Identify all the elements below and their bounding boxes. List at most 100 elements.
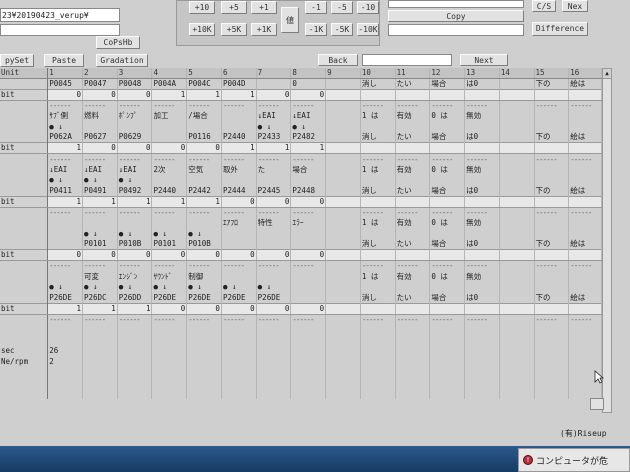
grid-cell[interactable] xyxy=(499,292,535,304)
grid-cell[interactable]: ------ xyxy=(82,260,118,272)
grid-cell[interactable] xyxy=(151,335,188,346)
grid-cell[interactable] xyxy=(47,335,83,346)
grid-cell[interactable] xyxy=(395,195,431,208)
grid-cell[interactable]: ------ xyxy=(395,260,431,272)
grid-cell[interactable] xyxy=(534,271,570,282)
grid-cell[interactable]: ------ xyxy=(82,314,118,325)
grid-cell[interactable] xyxy=(568,89,602,102)
grid-cell[interactable]: ------ xyxy=(290,153,327,165)
grid-cell[interactable]: ------ xyxy=(568,153,602,165)
grid-cell[interactable] xyxy=(360,281,396,293)
grid-cell[interactable]: ------ xyxy=(568,314,602,325)
grid-cell[interactable] xyxy=(47,388,83,399)
grid-cell[interactable]: P0048 xyxy=(117,78,153,90)
grid-cell[interactable] xyxy=(325,345,361,357)
grid-cell[interactable] xyxy=(151,377,188,389)
grid-cell[interactable]: 0 は xyxy=(429,271,466,282)
grid-cell[interactable]: 0 xyxy=(290,195,327,208)
grid-cell[interactable]: ------ xyxy=(151,100,188,112)
grid-cell[interactable]: ------ xyxy=(360,153,396,165)
grid-cell[interactable] xyxy=(151,345,188,357)
grid-cell[interactable] xyxy=(429,89,466,102)
grid-cell[interactable] xyxy=(499,89,535,102)
grid-cell[interactable] xyxy=(256,345,292,357)
grid-cell[interactable] xyxy=(117,367,153,378)
grid-cell[interactable]: たい xyxy=(395,239,431,250)
grid-cell[interactable] xyxy=(325,121,361,133)
grid-cell[interactable] xyxy=(534,142,570,155)
grid-cell[interactable] xyxy=(256,78,292,90)
grid-cell[interactable]: 無効 xyxy=(464,271,500,282)
back-button[interactable]: Back xyxy=(318,54,358,66)
grid-cell[interactable]: ------ xyxy=(117,314,153,325)
grid-cell[interactable] xyxy=(360,302,396,315)
grid-cell[interactable] xyxy=(325,239,361,250)
grid-cell[interactable] xyxy=(568,111,602,122)
grid-cell[interactable]: ｴﾝｼﾞﾝ xyxy=(117,271,153,282)
grid-cell[interactable]: ------ xyxy=(117,207,153,218)
grid-cell[interactable] xyxy=(464,195,500,208)
grid-cell[interactable] xyxy=(429,121,466,133)
grid-cell[interactable] xyxy=(360,142,396,155)
grid-cell[interactable] xyxy=(499,78,535,90)
grid-cell[interactable] xyxy=(429,249,466,262)
grid-cell[interactable]: ------ xyxy=(186,100,222,112)
grid-cell[interactable] xyxy=(325,153,361,165)
grid-cell[interactable] xyxy=(568,335,602,346)
grid-cell[interactable]: ------ xyxy=(82,207,118,218)
grid-cell[interactable]: 1 xyxy=(151,195,188,208)
grid-cell[interactable]: 燃料 xyxy=(82,111,118,122)
grid-cell[interactable]: 1 xyxy=(47,142,83,155)
grid-cell[interactable] xyxy=(256,271,292,282)
grid-cell[interactable] xyxy=(499,324,535,336)
grid-cell[interactable]: 1 は xyxy=(360,164,396,176)
grid-cell[interactable]: P2444 xyxy=(221,185,257,197)
grid-cell[interactable] xyxy=(360,89,396,102)
grid-cell[interactable]: ------ xyxy=(221,260,257,272)
grid-cell[interactable]: ------ xyxy=(429,153,466,165)
grid-cell[interactable] xyxy=(360,367,396,378)
grid-cell[interactable]: ------ xyxy=(395,100,431,112)
grid-cell[interactable]: 1 は xyxy=(360,271,396,282)
grid-cell[interactable]: 無効 xyxy=(464,111,500,122)
grid-cell[interactable] xyxy=(186,345,222,357)
grid-cell[interactable] xyxy=(290,292,327,304)
grid-cell[interactable]: 0 xyxy=(290,249,327,262)
grid-cell[interactable]: 下の xyxy=(534,78,570,90)
grid-cell[interactable]: 1 xyxy=(151,89,188,102)
grid-cell[interactable]: ------ xyxy=(395,207,431,218)
grid-cell[interactable]: 有効 xyxy=(395,164,431,176)
grid-cell[interactable] xyxy=(499,228,535,240)
grid-cell[interactable]: ------ xyxy=(290,260,327,272)
grid-cell[interactable] xyxy=(290,388,327,399)
grid-cell[interactable] xyxy=(117,377,153,389)
grid-cell[interactable] xyxy=(499,195,535,208)
grid-cell[interactable]: 絵は xyxy=(568,292,602,304)
page-field[interactable] xyxy=(362,54,452,66)
paste-button[interactable]: Paste xyxy=(44,54,84,67)
grid-cell[interactable] xyxy=(221,111,257,122)
grid-cell[interactable]: P2440 xyxy=(221,132,257,143)
grid-cell[interactable] xyxy=(325,292,361,304)
grid-cell[interactable] xyxy=(47,271,83,282)
grid-cell[interactable]: ------ xyxy=(151,153,188,165)
grid-cell[interactable]: 消し xyxy=(360,132,396,143)
grid-cell[interactable]: 有効 xyxy=(395,271,431,282)
grid-cell[interactable]: P004D xyxy=(221,78,257,90)
grid-cell[interactable] xyxy=(360,228,396,240)
grid-cell[interactable]: ｻﾌﾞ側 xyxy=(47,111,83,122)
grid-cell[interactable]: ● ↓ xyxy=(151,228,188,240)
grid-cell[interactable]: は0 xyxy=(464,185,500,197)
grid-cell[interactable]: ------ xyxy=(360,314,396,325)
grid-cell[interactable]: 2次 xyxy=(151,164,188,176)
grid-cell[interactable]: 空気 xyxy=(186,164,222,176)
grid-cell[interactable] xyxy=(568,302,602,315)
vertical-scrollbar[interactable]: ▲ xyxy=(602,68,612,413)
grid-cell[interactable]: ------ xyxy=(186,314,222,325)
grid-cell[interactable] xyxy=(499,335,535,346)
grid-cell[interactable]: ● ↓ xyxy=(82,281,118,293)
grid-cell[interactable]: ------ xyxy=(464,153,500,165)
grid-cell[interactable] xyxy=(186,388,222,399)
grid-cell[interactable] xyxy=(395,356,431,368)
grid-cell[interactable]: ------ xyxy=(47,314,83,325)
